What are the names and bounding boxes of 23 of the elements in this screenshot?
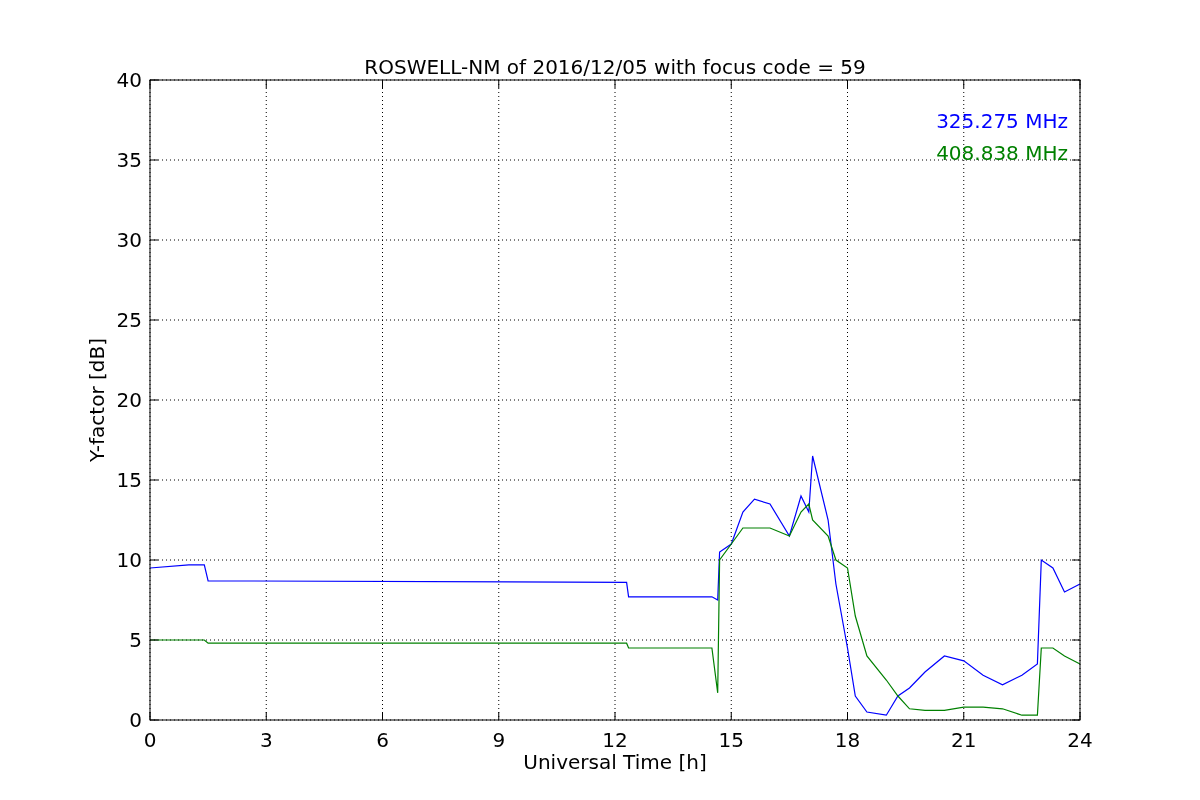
x-tick-label: 18 <box>834 728 861 752</box>
y-tick-label: 40 <box>116 68 142 92</box>
y-tick-label: 25 <box>116 308 142 332</box>
y-tick-label: 20 <box>116 388 142 412</box>
x-tick-label: 3 <box>259 728 273 752</box>
y-tick-label: 10 <box>116 548 142 572</box>
legend-label: 408.838 MHz <box>936 141 1068 165</box>
y-axis-label: Y-factor [dB] <box>85 338 109 462</box>
x-tick-label: 6 <box>376 728 389 752</box>
y-tick-label: 30 <box>116 228 142 252</box>
x-tick-label: 24 <box>1067 728 1093 752</box>
chart-title: ROSWELL-NM of 2016/12/05 with focus code = 59 <box>364 55 866 79</box>
x-tick-label: 15 <box>718 728 744 752</box>
y-tick-label: 0 <box>129 708 142 732</box>
x-tick-label: 9 <box>492 728 506 752</box>
x-tick-label: 21 <box>951 728 977 752</box>
x-axis-label: Universal Time [h] <box>523 750 707 774</box>
y-tick-label: 15 <box>116 468 142 492</box>
y-tick-label: 35 <box>116 148 142 172</box>
x-tick-label: 0 <box>143 728 157 752</box>
legend-label: 325.275 MHz <box>936 109 1068 133</box>
x-tick-label: 12 <box>602 728 628 752</box>
y-tick-label: 5 <box>129 628 142 652</box>
